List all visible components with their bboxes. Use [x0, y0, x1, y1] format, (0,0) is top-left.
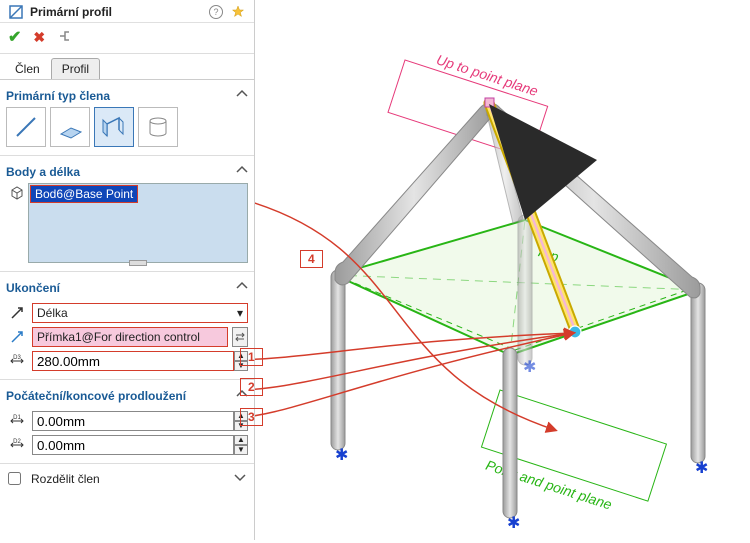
direction-arrow-icon — [6, 329, 28, 345]
collapse-icon[interactable] — [236, 88, 248, 103]
svg-text:D1: D1 — [13, 415, 21, 421]
cube-icon — [6, 183, 28, 263]
termination-type-dropdown[interactable]: Délka ▾ — [32, 303, 248, 323]
end-ext-input[interactable] — [32, 435, 234, 455]
body-length-header[interactable]: Body a délka — [6, 160, 248, 183]
dimension-icon: D1 — [6, 413, 28, 429]
type-cylinder[interactable] — [138, 107, 178, 147]
arrow-icon — [6, 305, 28, 321]
dimension-icon: D3 — [6, 353, 28, 369]
type-line[interactable] — [6, 107, 46, 147]
section-termination: Ukončení Délka ▾ Přímka1@For direction c… — [0, 272, 254, 380]
spin-down[interactable]: ▼ — [234, 421, 248, 431]
help-icon[interactable]: ? — [208, 4, 224, 20]
extension-header[interactable]: Počáteční/koncové prodloužení — [6, 384, 248, 407]
list-item[interactable]: Bod6@Base Point — [30, 185, 138, 203]
property-panel: Primární profil ? ✔ ✖ Člen Profil Primár… — [0, 0, 255, 540]
chevron-down-icon[interactable] — [234, 471, 246, 486]
svg-text:D3: D3 — [13, 355, 21, 361]
cancel-button[interactable]: ✖ — [33, 29, 45, 46]
selection-list[interactable]: Bod6@Base Point — [28, 183, 248, 263]
spin-up[interactable]: ▲ — [234, 411, 248, 421]
panel-title: Primární profil — [30, 5, 208, 19]
type-plane[interactable] — [50, 107, 90, 147]
svg-text:✱: ✱ — [335, 447, 348, 464]
spin-down[interactable]: ▼ — [234, 445, 248, 455]
panel-header: Primární profil ? — [0, 0, 254, 23]
viewport[interactable]: Up to point plane Top Point and point pl… — [255, 0, 750, 540]
direction-field[interactable]: Přímka1@For direction control — [32, 327, 228, 347]
ok-button[interactable]: ✔ — [8, 27, 21, 47]
svg-text:✱: ✱ — [507, 515, 520, 532]
collapse-icon[interactable] — [236, 388, 248, 403]
section-split: Rozdělit člen — [0, 464, 254, 497]
termination-header[interactable]: Ukončení — [6, 276, 248, 299]
termination-type-value: Délka — [37, 306, 68, 320]
star-icon[interactable] — [230, 4, 246, 20]
tab-profile[interactable]: Profil — [51, 58, 100, 79]
section-body-length: Body a délka Bod6@Base Point — [0, 156, 254, 272]
tabs: Člen Profil — [0, 54, 254, 80]
spin-up[interactable]: ▲ — [234, 351, 248, 361]
split-label: Rozdělit člen — [31, 472, 100, 486]
dimension-icon: D2 — [6, 437, 28, 453]
svg-text:✱: ✱ — [523, 359, 536, 376]
svg-text:?: ? — [213, 7, 218, 17]
svg-text:✱: ✱ — [695, 460, 708, 477]
tab-member[interactable]: Člen — [4, 58, 51, 79]
split-checkbox[interactable] — [8, 472, 21, 485]
split-member-row[interactable]: Rozdělit člen — [6, 468, 248, 489]
section-extension: Počáteční/koncové prodloužení D1 ▲ ▼ D2 — [0, 380, 254, 464]
spin-up[interactable]: ▲ — [234, 435, 248, 445]
pin-button[interactable] — [57, 29, 71, 46]
section-member-type: Primární typ člena — [0, 80, 254, 156]
length-input[interactable] — [32, 351, 234, 371]
type-frame[interactable] — [94, 107, 134, 147]
spin-down[interactable]: ▼ — [234, 361, 248, 371]
resize-handle[interactable] — [129, 260, 147, 266]
start-ext-input[interactable] — [32, 411, 234, 431]
collapse-icon[interactable] — [236, 280, 248, 295]
svg-text:D2: D2 — [13, 439, 21, 445]
reverse-button[interactable] — [232, 327, 248, 347]
chevron-down-icon: ▾ — [237, 306, 243, 320]
member-type-header[interactable]: Primární typ člena — [6, 84, 248, 107]
confirm-bar: ✔ ✖ — [0, 23, 254, 54]
feature-icon — [8, 4, 24, 20]
collapse-icon[interactable] — [236, 164, 248, 179]
